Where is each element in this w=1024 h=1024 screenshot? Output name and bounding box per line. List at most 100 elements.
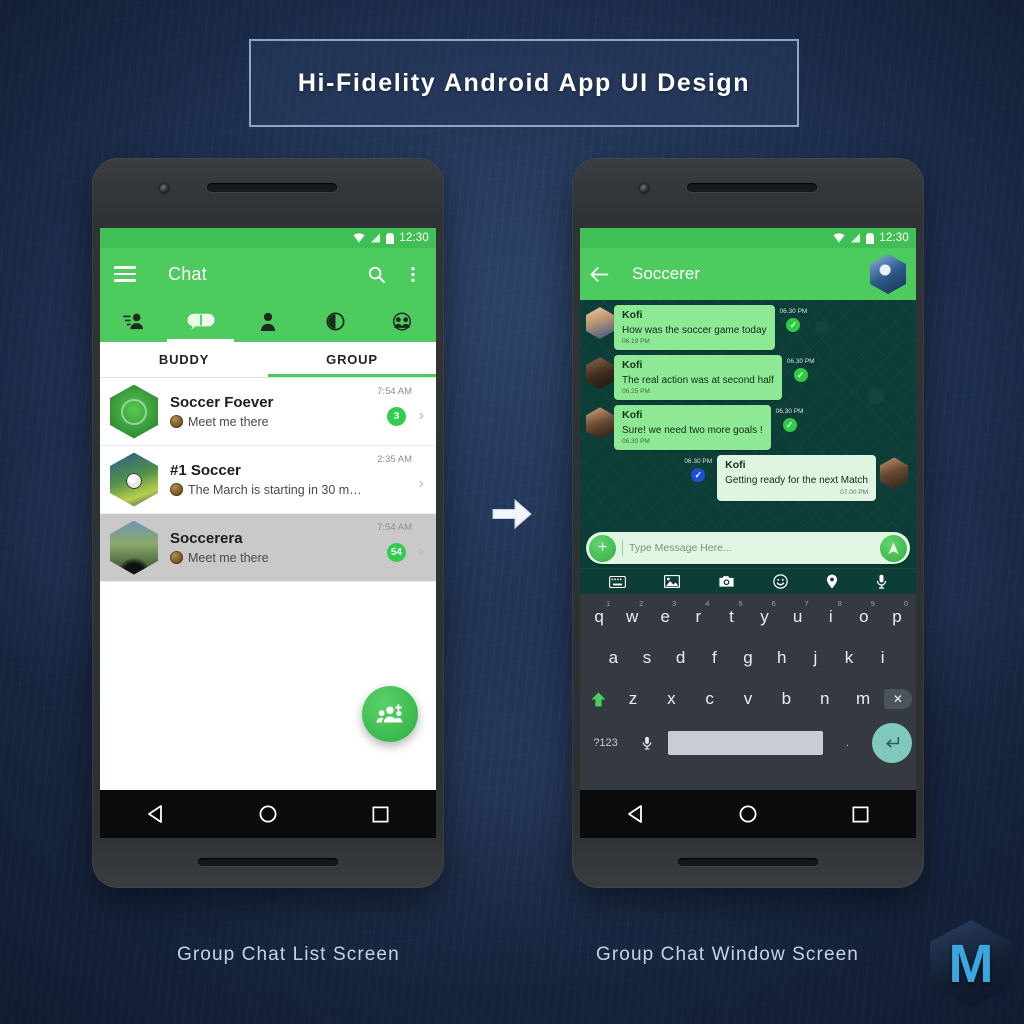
brand-logo: M — [930, 920, 1012, 1008]
voice-input-key[interactable] — [630, 726, 665, 760]
chat-title: Soccerer — [632, 264, 701, 283]
send-button[interactable] — [880, 534, 907, 562]
tab-icon-bar — [100, 300, 436, 342]
key-a[interactable]: a — [598, 641, 629, 675]
overflow-menu-icon[interactable] — [404, 265, 422, 284]
table-row[interactable]: Soccerera Meet me there 7:54 AM 54 › — [100, 514, 436, 582]
key-c[interactable]: c — [692, 682, 727, 716]
soccer-ball-icon — [170, 415, 183, 429]
key-u[interactable]: 7u — [783, 599, 813, 634]
location-button[interactable] — [826, 574, 838, 589]
chat-preview: The March is starting in 30 mints — [188, 482, 364, 497]
message-thread[interactable]: Kofi How was the soccer game today 06.19… — [580, 300, 916, 528]
key-number-hint: 6 — [771, 599, 776, 608]
caption-left: Group Chat List Screen — [177, 944, 400, 965]
attach-button[interactable]: + — [589, 534, 616, 562]
add-contact-icon — [122, 313, 143, 330]
key-p[interactable]: 0p — [882, 599, 912, 634]
key-k[interactable]: k — [834, 641, 865, 675]
camera-button[interactable] — [718, 575, 735, 588]
tab-group[interactable]: GROUP — [268, 342, 436, 377]
chevron-right-icon: › — [418, 543, 424, 560]
keyboard-button[interactable] — [609, 575, 626, 588]
key-w[interactable]: 2w — [617, 599, 647, 634]
add-group-button[interactable] — [362, 686, 418, 742]
message-input-pill[interactable]: + Type Message Here... — [586, 532, 910, 564]
key-v[interactable]: v — [730, 682, 765, 716]
key-i[interactable]: 8i — [816, 599, 846, 634]
shift-key[interactable] — [584, 682, 612, 716]
avatar — [586, 357, 614, 390]
chat-bubble-icon — [187, 313, 215, 330]
avatar — [110, 384, 158, 439]
message-meta-time: 06.30 PM — [775, 408, 804, 416]
signal-icon — [851, 233, 861, 243]
backspace-key[interactable]: ✕ — [883, 682, 912, 716]
key-r[interactable]: 4r — [683, 599, 713, 634]
recents-button[interactable] — [851, 805, 870, 824]
key-y[interactable]: 6y — [750, 599, 780, 634]
home-button[interactable] — [258, 804, 278, 824]
key-q[interactable]: 1q — [584, 599, 614, 634]
tab-status[interactable] — [302, 300, 369, 342]
back-button[interactable] — [146, 804, 166, 824]
key-b[interactable]: b — [769, 682, 804, 716]
delivered-check-icon: ✓ — [786, 318, 801, 332]
symbols-key[interactable]: ?123 — [584, 726, 627, 760]
period-key[interactable]: . — [826, 726, 869, 760]
message-input[interactable]: Type Message Here... — [629, 542, 874, 554]
contrast-icon — [326, 311, 345, 331]
key-m[interactable]: m — [845, 682, 880, 716]
gallery-button[interactable] — [664, 575, 680, 588]
tab-groups[interactable] — [369, 300, 436, 342]
voice-button[interactable] — [876, 574, 887, 589]
message-bubble: Kofi Getting ready for the next Match 07… — [717, 455, 876, 501]
title-banner: Hi-Fidelity Android App UI Design — [249, 39, 799, 127]
back-arrow-icon[interactable] — [590, 266, 610, 283]
message-time: 06.19 PM — [622, 338, 650, 346]
tab-add-contact[interactable] — [100, 300, 167, 342]
chat-name: Soccerera — [170, 530, 243, 548]
key-t[interactable]: 5t — [716, 599, 746, 634]
hamburger-menu-icon[interactable] — [114, 266, 136, 282]
soccer-ball-icon — [170, 483, 183, 497]
group-avatar[interactable] — [870, 254, 906, 294]
home-button[interactable] — [738, 804, 758, 824]
emoji-button[interactable] — [773, 574, 788, 589]
status-badge: 3 — [387, 407, 406, 426]
key-number-hint: 3 — [672, 599, 677, 608]
tab-buddy[interactable]: BUDDY — [100, 342, 268, 377]
key-f[interactable]: f — [699, 641, 730, 675]
key-x[interactable]: x — [654, 682, 689, 716]
key-h[interactable]: h — [766, 641, 797, 675]
tab-contacts[interactable] — [234, 300, 301, 342]
status-badge: 54 — [386, 543, 406, 562]
key-o[interactable]: 9o — [849, 599, 879, 634]
tab-chats[interactable] — [167, 300, 234, 342]
on-screen-keyboard[interactable]: 1q 2w 3e 4r 5t 6y 7u 8i 9o 0p a s d f g … — [580, 594, 916, 790]
key-e[interactable]: 3e — [650, 599, 680, 634]
enter-key[interactable] — [872, 723, 912, 763]
chevron-right-icon: › — [418, 475, 424, 492]
recents-button[interactable] — [371, 805, 390, 824]
key-number-hint: 5 — [738, 599, 743, 608]
key-g[interactable]: g — [733, 641, 764, 675]
avatar — [880, 457, 908, 490]
shift-icon — [591, 691, 606, 706]
key-l[interactable]: i — [867, 641, 898, 675]
key-s[interactable]: s — [632, 641, 663, 675]
android-nav-bar-right — [580, 790, 916, 838]
back-button[interactable] — [626, 804, 646, 824]
table-row[interactable]: #1 Soccer The March is starting in 30 mi… — [100, 446, 436, 514]
space-key[interactable] — [667, 731, 823, 755]
table-row[interactable]: Soccer Foever Meet me there 7:54 AM 3 › — [100, 378, 436, 446]
key-j[interactable]: j — [800, 641, 831, 675]
key-z[interactable]: z — [615, 682, 650, 716]
search-icon[interactable] — [367, 265, 386, 284]
subtab-active-indicator — [268, 374, 436, 377]
earpiece-speaker — [687, 183, 817, 192]
list-item: Kofi How was the soccer game today 06.19… — [580, 300, 916, 351]
key-d[interactable]: d — [665, 641, 696, 675]
key-label: y — [760, 607, 769, 626]
key-n[interactable]: n — [807, 682, 842, 716]
